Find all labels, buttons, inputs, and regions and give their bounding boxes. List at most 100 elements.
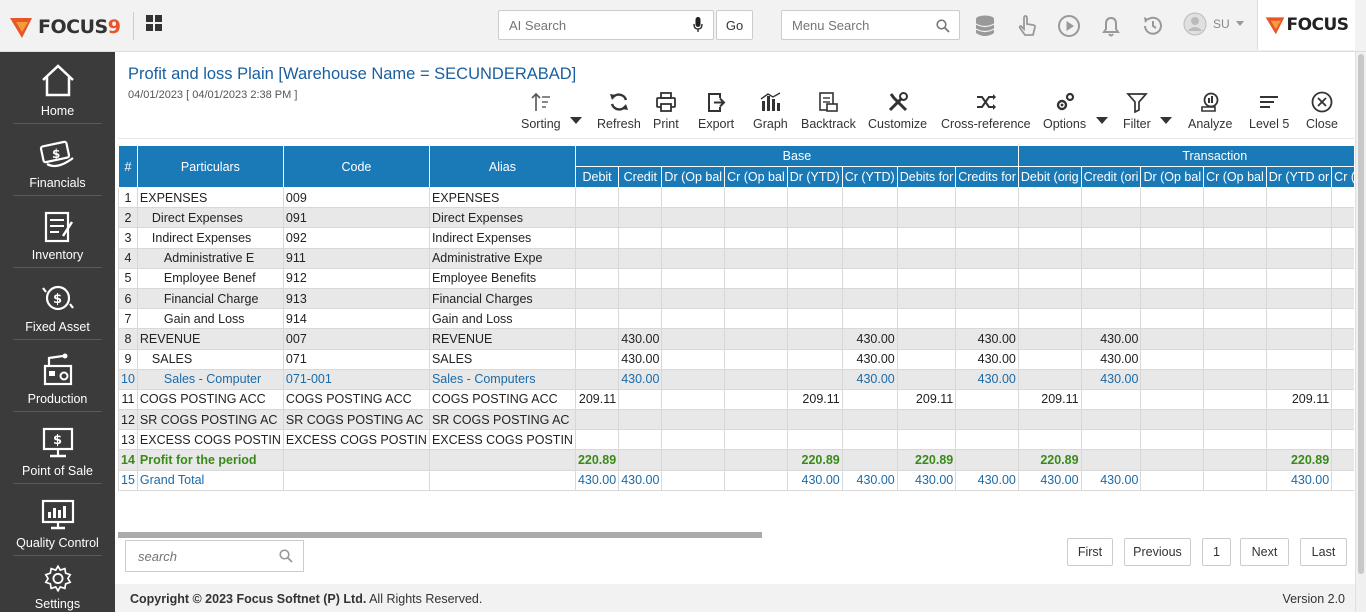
amount-cell[interactable]: [1203, 409, 1267, 431]
amount-cell[interactable]: [661, 469, 726, 491]
alias-cell[interactable]: SR COGS POSTING AC: [428, 409, 576, 431]
amount-cell[interactable]: 430.00: [1331, 469, 1354, 491]
scrollbar-thumb[interactable]: [1358, 54, 1364, 574]
amount-cell[interactable]: [955, 308, 1019, 330]
amount-cell[interactable]: [1080, 207, 1142, 229]
table-row[interactable]: 15 Grand Total 430.00 430.00 430.00 430.00 430…: [118, 469, 1354, 491]
column-header-sub[interactable]: Dr (YTD or: [1265, 166, 1333, 188]
amount-cell[interactable]: [1140, 368, 1205, 390]
amount-cell[interactable]: [574, 227, 620, 249]
amount-cell[interactable]: 430.00: [618, 328, 663, 350]
amount-cell[interactable]: [786, 429, 843, 451]
amount-cell[interactable]: [1140, 348, 1205, 370]
amount-cell[interactable]: [574, 328, 620, 350]
amount-cell[interactable]: 430.00: [1265, 469, 1333, 491]
amount-cell[interactable]: [1140, 328, 1205, 350]
amount-cell[interactable]: [1140, 287, 1205, 310]
amount-cell[interactable]: [1203, 186, 1267, 209]
amount-cell[interactable]: [1265, 227, 1333, 249]
table-row[interactable]: 5 Employee Benef 912 Employee Benefits: [118, 267, 1354, 289]
row-index-cell[interactable]: 6: [118, 287, 138, 310]
particulars-cell[interactable]: SALES: [136, 348, 284, 370]
alias-cell[interactable]: EXCESS COGS POSTIN: [428, 429, 576, 451]
code-cell[interactable]: 071: [282, 348, 430, 370]
table-row[interactable]: 7 Gain and Loss 914 Gain and Loss: [118, 308, 1354, 330]
amount-cell[interactable]: 220.89: [896, 449, 957, 471]
particulars-cell[interactable]: Financial Charge: [136, 287, 284, 310]
amount-cell[interactable]: [618, 207, 663, 229]
amount-cell[interactable]: [1140, 267, 1205, 289]
microphone-icon[interactable]: [693, 17, 703, 33]
table-row[interactable]: 14 Profit for the period 220.89 220.89 220.8…: [118, 449, 1354, 471]
amount-cell[interactable]: [1331, 186, 1354, 209]
particulars-cell[interactable]: REVENUE: [136, 328, 284, 350]
table-row[interactable]: 8 REVENUE 007 REVENUE 430.00 430.00 430.00 430.…: [118, 328, 1354, 350]
particulars-cell[interactable]: Sales - Computer: [136, 368, 284, 390]
amount-cell[interactable]: [574, 247, 620, 269]
amount-cell[interactable]: 220.89: [1017, 449, 1082, 471]
amount-cell[interactable]: [1017, 348, 1082, 370]
close-button[interactable]: Close: [1306, 91, 1338, 131]
alias-cell[interactable]: Gain and Loss: [428, 308, 576, 330]
grid-search-box[interactable]: [125, 540, 304, 572]
amount-cell[interactable]: [724, 207, 788, 229]
code-cell[interactable]: 913: [282, 287, 430, 310]
amount-cell[interactable]: [724, 247, 788, 269]
amount-cell[interactable]: [1080, 186, 1142, 209]
current-page-indicator[interactable]: 1: [1202, 538, 1231, 566]
amount-cell[interactable]: 430.00: [841, 469, 898, 491]
row-index-cell[interactable]: 10: [118, 368, 138, 390]
amount-cell[interactable]: [1080, 227, 1142, 249]
analyze-button[interactable]: Analyze: [1188, 91, 1232, 131]
table-row[interactable]: 6 Financial Charge 913 Financial Charges: [118, 287, 1354, 310]
amount-cell[interactable]: [1265, 267, 1333, 289]
vertical-scrollbar[interactable]: [1355, 52, 1366, 612]
amount-cell[interactable]: 430.00: [841, 348, 898, 370]
amount-cell[interactable]: [955, 388, 1019, 411]
amount-cell[interactable]: [1140, 186, 1205, 209]
amount-cell[interactable]: [574, 409, 620, 431]
amount-cell[interactable]: [1265, 186, 1333, 209]
particulars-cell[interactable]: Grand Total: [136, 469, 284, 491]
amount-cell[interactable]: [896, 186, 957, 209]
amount-cell[interactable]: 430.00: [1080, 328, 1142, 350]
alias-cell[interactable]: COGS POSTING ACC: [428, 388, 576, 411]
amount-cell[interactable]: 209.11: [786, 388, 843, 411]
amount-cell[interactable]: [896, 328, 957, 350]
code-cell[interactable]: SR COGS POSTING AC: [282, 409, 430, 431]
amount-cell[interactable]: [896, 267, 957, 289]
amount-cell[interactable]: [661, 308, 726, 330]
database-icon[interactable]: [973, 14, 997, 38]
amount-cell[interactable]: 430.00: [955, 348, 1019, 370]
filter-dropdown-icon[interactable]: [1160, 117, 1172, 124]
amount-cell[interactable]: [1265, 409, 1333, 431]
amount-cell[interactable]: [1203, 429, 1267, 451]
amount-cell[interactable]: [896, 368, 957, 390]
amount-cell[interactable]: 430.00: [841, 368, 898, 390]
row-index-cell[interactable]: 4: [118, 247, 138, 269]
amount-cell[interactable]: 430.00: [1331, 348, 1354, 370]
amount-cell[interactable]: [1017, 227, 1082, 249]
amount-cell[interactable]: [618, 429, 663, 451]
amount-cell[interactable]: [1017, 409, 1082, 431]
table-row[interactable]: 1 EXPENSES 009 EXPENSES: [118, 186, 1354, 209]
amount-cell[interactable]: 430.00: [786, 469, 843, 491]
sidebar-item-settings[interactable]: Settings: [13, 556, 102, 616]
sidebar-item-point-of-sale[interactable]: $ Point of Sale: [13, 412, 102, 484]
amount-cell[interactable]: [574, 207, 620, 229]
alias-cell[interactable]: REVENUE: [428, 328, 576, 350]
amount-cell[interactable]: [661, 388, 726, 411]
amount-cell[interactable]: [724, 227, 788, 249]
amount-cell[interactable]: [786, 308, 843, 330]
amount-cell[interactable]: [786, 409, 843, 431]
amount-cell[interactable]: [955, 449, 1019, 471]
amount-cell[interactable]: [1265, 207, 1333, 229]
amount-cell[interactable]: [661, 186, 726, 209]
amount-cell[interactable]: [618, 409, 663, 431]
amount-cell[interactable]: [661, 368, 726, 390]
user-menu[interactable]: SU: [1183, 12, 1244, 36]
column-header-index[interactable]: #: [118, 145, 138, 188]
table-row[interactable]: 10 Sales - Computer 071-001 Sales - Compute…: [118, 368, 1354, 390]
amount-cell[interactable]: [896, 429, 957, 451]
amount-cell[interactable]: 430.00: [1080, 368, 1142, 390]
